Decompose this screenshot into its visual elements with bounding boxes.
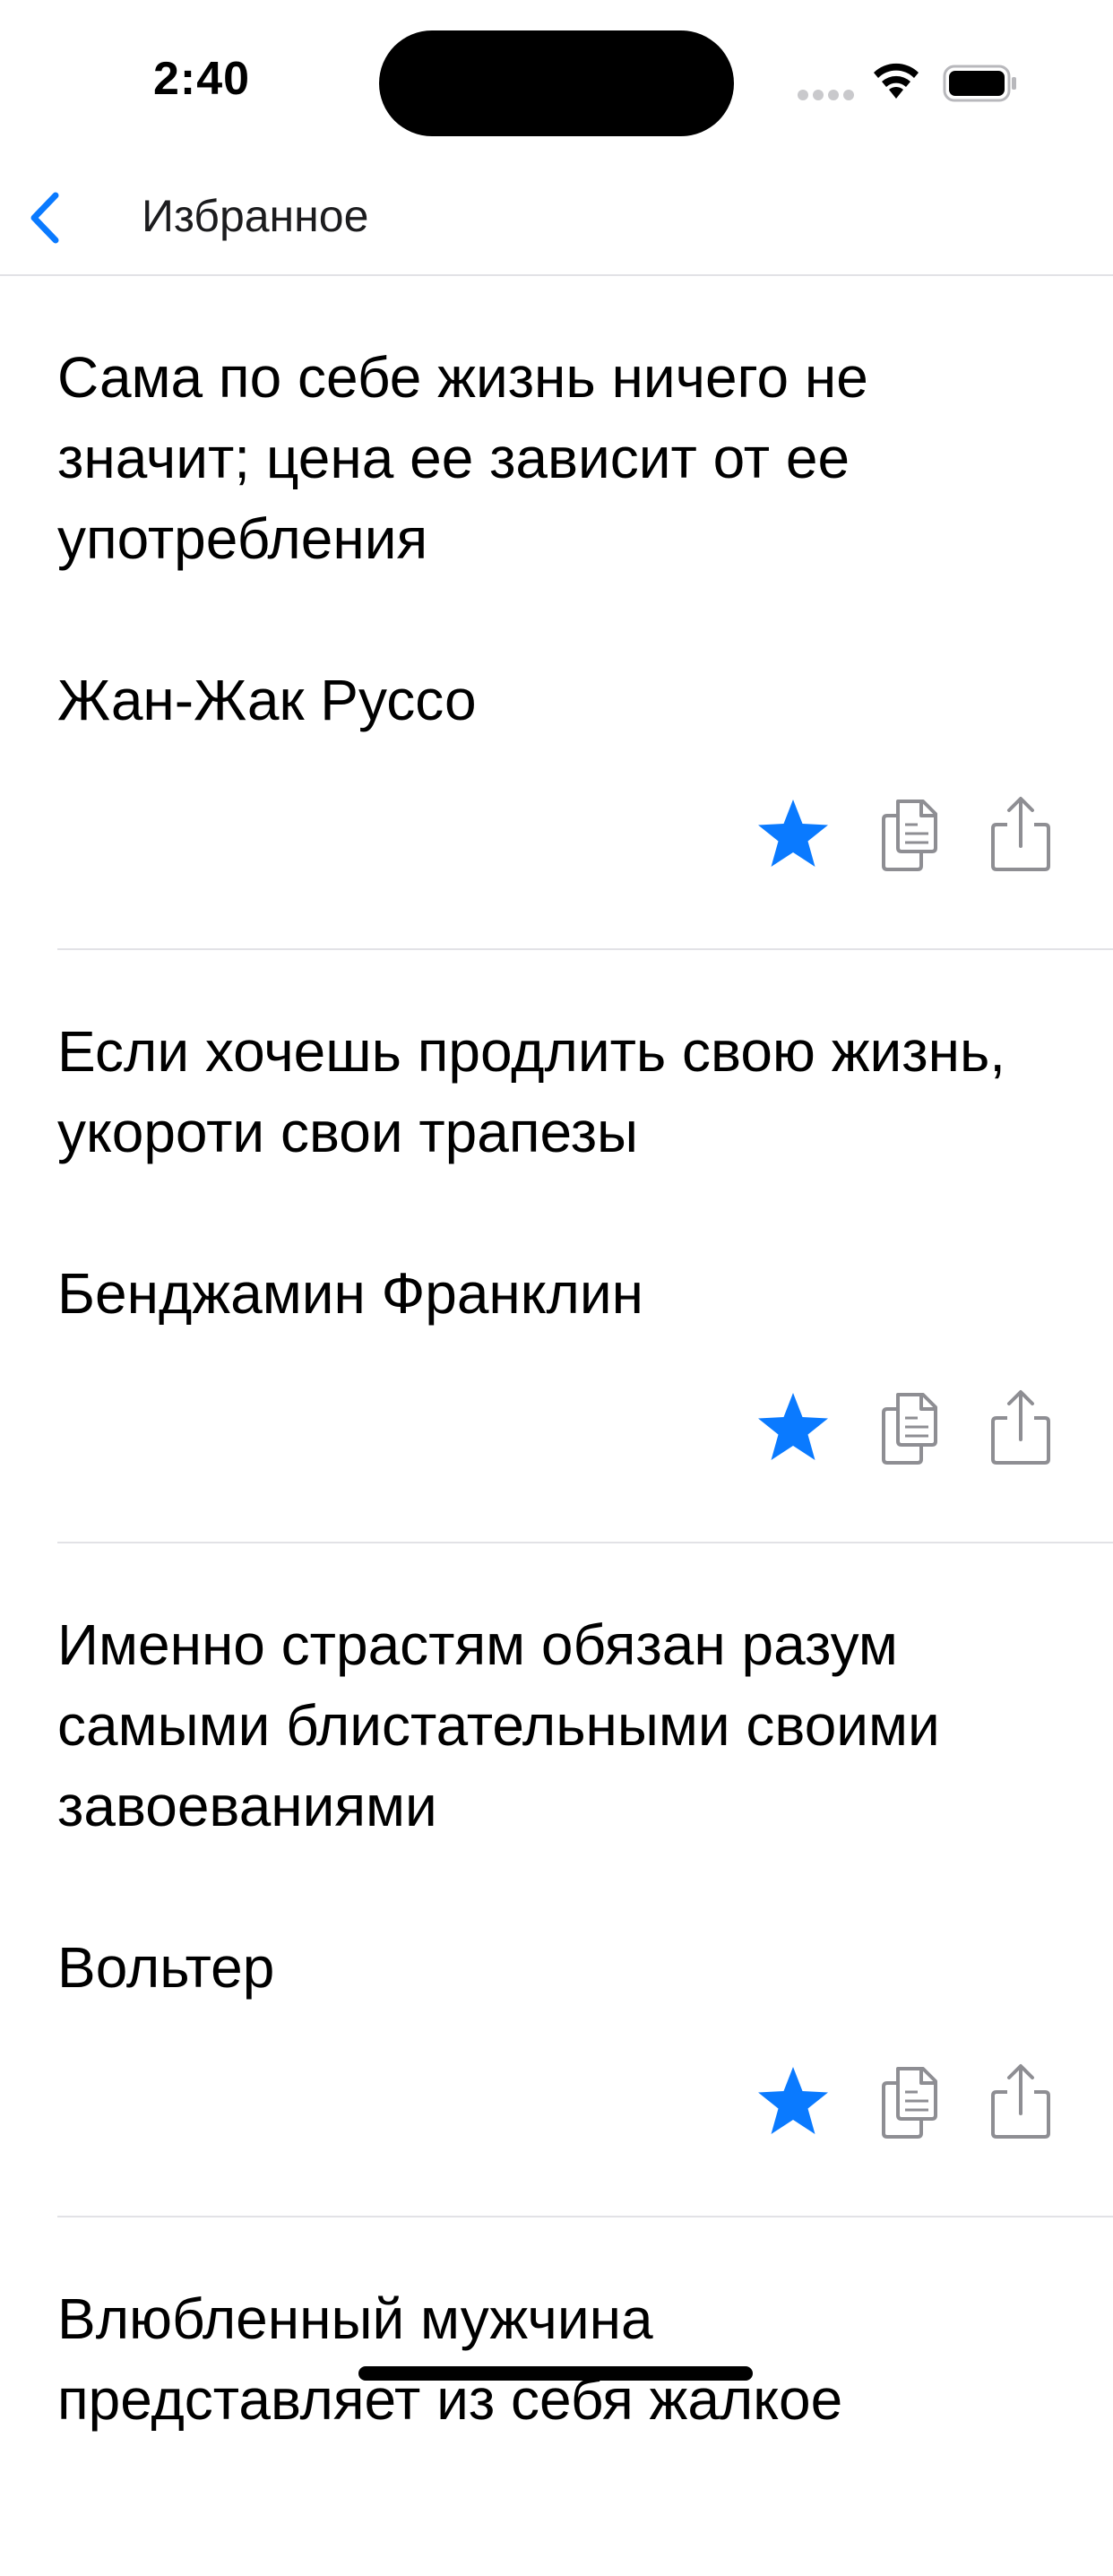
quote-author: Вольтер bbox=[57, 1935, 275, 2000]
favorite-button[interactable] bbox=[753, 794, 833, 875]
copy-icon bbox=[882, 2067, 937, 2139]
chevron-left-icon bbox=[30, 192, 59, 244]
quote-author: Бенджамин Франклин bbox=[57, 1261, 643, 1326]
quote-text: Сама по себе жизнь ничего не значит; цен… bbox=[57, 345, 868, 571]
share-button[interactable] bbox=[980, 1387, 1061, 1468]
star-icon bbox=[758, 2067, 828, 2134]
status-bar: 2:40 bbox=[0, 0, 1113, 161]
quote-card: Сама по себе жизнь ничего не значит; цен… bbox=[57, 276, 1113, 950]
wifi-icon bbox=[869, 59, 923, 100]
favorite-button[interactable] bbox=[753, 1387, 833, 1468]
quote-card: Именно страстям обязан разум самыми блис… bbox=[57, 1543, 1113, 2217]
quote-text: Влюбленный мужчина представляет из себя … bbox=[57, 2286, 843, 2432]
copy-button[interactable] bbox=[869, 1387, 950, 1468]
quote-actions bbox=[57, 794, 1113, 947]
quote-text: Именно страстям обязан разум самыми блис… bbox=[57, 1612, 940, 1838]
quote-card: Влюбленный мужчина представляет из себя … bbox=[57, 2217, 1113, 2576]
copy-button[interactable] bbox=[869, 794, 950, 875]
copy-icon bbox=[882, 800, 937, 871]
share-icon bbox=[991, 1390, 1050, 1465]
navigation-bar: Избранное bbox=[0, 161, 1113, 276]
copy-button[interactable] bbox=[869, 2062, 950, 2142]
status-time: 2:40 bbox=[152, 53, 251, 105]
home-indicator[interactable] bbox=[358, 2366, 753, 2381]
share-button[interactable] bbox=[980, 794, 1061, 875]
star-icon bbox=[758, 1393, 828, 1460]
quote-author: Жан-Жак Руссо bbox=[57, 668, 477, 732]
quote-card: Если хочешь продлить свою жизнь, укороти… bbox=[57, 950, 1113, 1543]
quote-text: Если хочешь продлить свою жизнь, укороти… bbox=[57, 1019, 1006, 1164]
dynamic-island bbox=[379, 30, 734, 136]
back-button[interactable] bbox=[16, 185, 79, 251]
share-icon bbox=[991, 797, 1050, 871]
copy-icon bbox=[882, 1393, 937, 1465]
quote-actions bbox=[57, 2062, 1113, 2214]
favorites-list: Сама по себе жизнь ничего не значит; цен… bbox=[0, 276, 1113, 2576]
share-icon bbox=[991, 2064, 1050, 2139]
page-title: Избранное bbox=[142, 191, 369, 241]
quote-actions bbox=[57, 1387, 1113, 1540]
battery-icon bbox=[943, 65, 1018, 102]
cellular-signal-icon bbox=[798, 90, 855, 100]
favorite-button[interactable] bbox=[753, 2062, 833, 2142]
star-icon bbox=[758, 800, 828, 867]
share-button[interactable] bbox=[980, 2062, 1061, 2142]
